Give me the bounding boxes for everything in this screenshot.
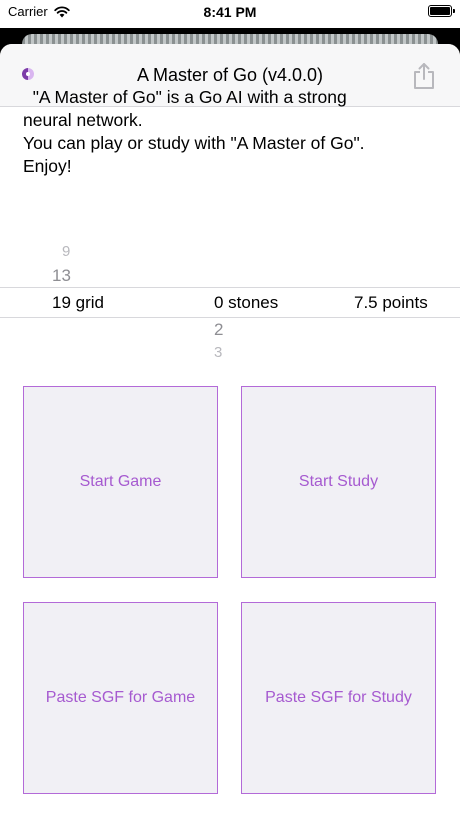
paste-sgf-game-button[interactable]: Paste SGF for Game [23, 602, 218, 794]
picker-bottom-divider [0, 317, 460, 318]
paste-sgf-study-label: Paste SGF for Study [265, 689, 412, 706]
grid-selected[interactable]: 19 grid [52, 293, 104, 313]
grid-option[interactable]: 9 [62, 243, 70, 260]
paste-sgf-study-button[interactable]: Paste SGF for Study [241, 602, 436, 794]
start-game-label: Start Game [79, 473, 162, 490]
stones-option[interactable]: 3 [214, 344, 222, 361]
picker-top-divider [0, 287, 460, 288]
start-study-label: Start Study [298, 473, 379, 490]
paste-sgf-game-label: Paste SGF for Game [45, 689, 196, 706]
stones-selected[interactable]: 0 stones [214, 293, 278, 313]
game-settings-picker[interactable]: 9 13 19 grid 0 stones 2 3 7.5 points [0, 0, 460, 361]
grid-option[interactable]: 13 [52, 266, 71, 286]
start-game-button[interactable]: Start Game [23, 386, 218, 578]
intro-line: Enjoy! [23, 156, 72, 176]
komi-selected[interactable]: 7.5 points [354, 293, 428, 313]
start-study-button[interactable]: Start Study [241, 386, 436, 578]
stones-option[interactable]: 2 [214, 320, 223, 340]
